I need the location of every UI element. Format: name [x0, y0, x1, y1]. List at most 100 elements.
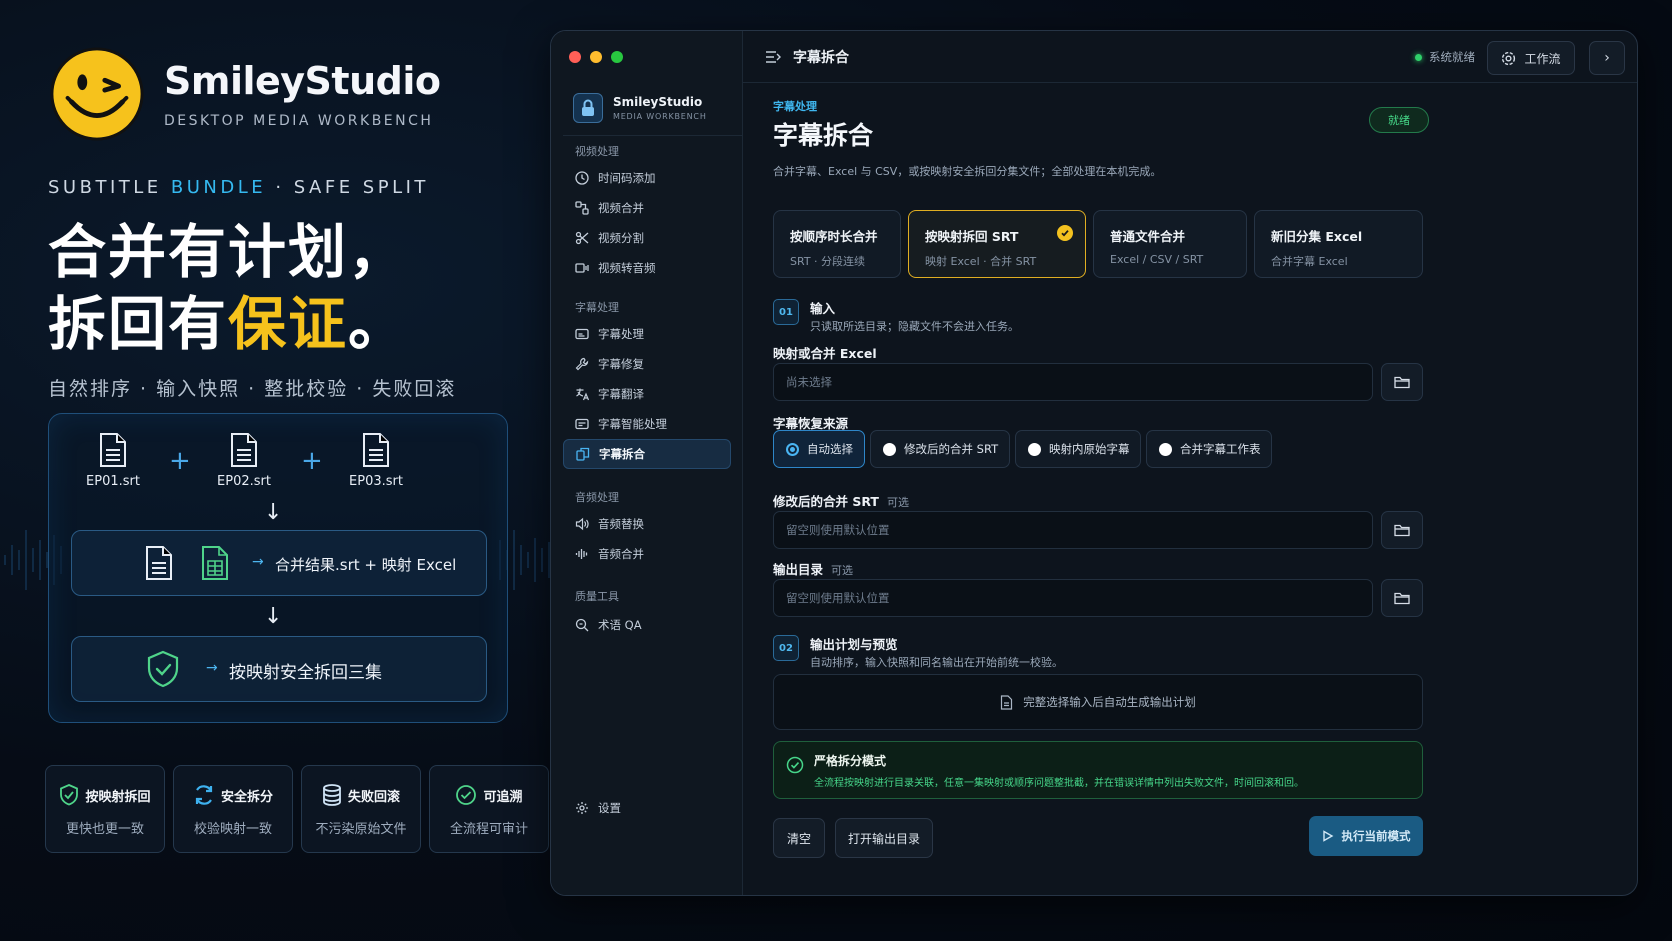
output-dir-input[interactable]: 留空则使用默认位置 — [773, 579, 1373, 617]
sidebar-item-label: 音频合并 — [598, 547, 644, 561]
mode-subtitle: Excel / CSV / SRT — [1110, 253, 1204, 266]
shield-check-icon — [147, 650, 179, 688]
promo-brand-subtitle: DESKTOP MEDIA WORKBENCH — [164, 113, 434, 129]
source-radio-modified-srt[interactable]: 修改后的合并 SRT — [870, 430, 1010, 468]
source-radio-merge-sheet[interactable]: 合并字幕工作表 — [1146, 430, 1272, 468]
sidebar-item-video-split[interactable]: 视频分割 — [563, 223, 731, 253]
tagline-highlight: BUNDLE — [170, 177, 267, 198]
step-title: 输出计划与预览 — [810, 637, 898, 652]
scissors-icon — [575, 231, 589, 245]
feature-badge: 安全拆分 校验映射一致 — [173, 765, 293, 853]
sidebar-item-label: 字幕智能处理 — [598, 417, 667, 431]
sidebar-item-audio-replace[interactable]: 音频替换 — [563, 509, 731, 539]
document-icon — [1001, 694, 1013, 710]
promo-tagline: SUBTITLE BUNDLE · SAFE SPLIT — [48, 177, 548, 198]
source-radio-mapping-original[interactable]: 映射内原始字幕 — [1015, 430, 1141, 468]
open-output-dir-button[interactable]: 打开输出目录 — [835, 818, 933, 858]
sidebar-item-timecode[interactable]: 时间码添加 — [563, 163, 731, 193]
file-name: EP01.srt — [86, 474, 140, 489]
mode-title: 按顺序时长合并 — [790, 229, 878, 244]
breadcrumb[interactable]: 字幕处理 — [773, 98, 817, 114]
speaker-icon — [575, 517, 589, 531]
headline-highlight: 保证 — [228, 290, 349, 358]
promo-brand-name: SmileyStudio — [164, 59, 441, 103]
folder-icon — [1394, 592, 1410, 605]
sidebar-item-video-to-audio[interactable]: 视频转音频 — [563, 253, 731, 283]
clear-button[interactable]: 清空 — [773, 818, 825, 858]
step-number: 02 — [773, 635, 799, 661]
sidebar-item-subtitle-process[interactable]: 字幕处理 — [563, 319, 731, 349]
mode-card-sequential-merge[interactable]: 按顺序时长合并 SRT · 分段连续 — [773, 210, 901, 278]
arrow-down-icon: ↓ — [264, 604, 283, 629]
headline-line-1: 合并有计划， — [48, 218, 409, 286]
radio-label: 映射内原始字幕 — [1049, 442, 1130, 456]
plus-icon: + — [169, 446, 191, 476]
play-icon — [1322, 830, 1333, 842]
promo-panel: SmileyStudio DESKTOP MEDIA WORKBENCH SUB… — [48, 45, 548, 401]
file-ep03: EP03.srt — [336, 432, 416, 489]
source-radio-auto[interactable]: 自动选择 — [773, 430, 865, 468]
badge-subtitle: 更快也更一致 — [65, 822, 144, 837]
step-title: 输入 — [810, 301, 836, 316]
sidebar-item-label: 设置 — [598, 801, 621, 815]
modified-srt-browse-button[interactable] — [1381, 511, 1423, 549]
lock-logo-icon — [573, 93, 603, 123]
mapping-excel-input[interactable]: 尚未选择 — [773, 363, 1373, 401]
status-dot-icon — [1415, 53, 1422, 61]
modified-srt-label: 修改后的合并 SRT 可选 — [773, 491, 909, 510]
status-badge: 就绪 — [1369, 107, 1429, 133]
sidebar-item-label: 视频分割 — [598, 231, 644, 245]
radio-icon — [1028, 442, 1041, 456]
waveform-icon — [575, 549, 588, 559]
step-subtitle: 自动排序，输入快照和同名输出在开始前统一校验。 — [810, 656, 1063, 669]
feature-badges: 按映射拆回 更快也更一致 安全拆分 校验映射一致 失败回滚 不污染原始文件 可追… — [45, 765, 549, 853]
badge-subtitle: 全流程可审计 — [449, 822, 528, 837]
wrench-icon — [575, 357, 589, 371]
sidebar-brand-name: SmileyStudio — [613, 95, 703, 109]
selected-check-icon — [1057, 225, 1073, 241]
file-name: EP03.srt — [349, 474, 403, 489]
sidebar-item-subtitle-split-merge[interactable]: 字幕拆合 — [563, 439, 731, 469]
radio-label: 自动选择 — [807, 442, 853, 456]
sidebar-item-video-merge[interactable]: 视频合并 — [563, 193, 731, 223]
sidebar-item-label: 字幕翻译 — [598, 387, 644, 401]
mode-card-episode-excel[interactable]: 新旧分集 Excel 合并字幕 Excel — [1254, 210, 1423, 278]
maximize-window-button[interactable] — [611, 51, 623, 63]
feature-badge: 失败回滚 不污染原始文件 — [301, 765, 421, 853]
file-ep02: EP02.srt — [204, 432, 284, 489]
strict-mode-description: 全流程按映射进行目录关联，任意一集映射或顺序问题整批截，并在错误详情中列出失败文… — [814, 778, 1304, 789]
radio-label: 合并字幕工作表 — [1180, 442, 1261, 456]
document-icon — [100, 433, 126, 467]
badge-title: 按映射拆回 — [85, 789, 151, 805]
promo-brand: SmileyStudio DESKTOP MEDIA WORKBENCH — [48, 45, 548, 143]
run-mode-button[interactable]: 执行当前模式 — [1309, 816, 1423, 856]
feature-badge: 按映射拆回 更快也更一致 — [45, 765, 165, 853]
modified-srt-input[interactable]: 留空则使用默认位置 — [773, 511, 1373, 549]
page-title: 字幕拆合 — [773, 121, 874, 150]
mapping-excel-browse-button[interactable] — [1381, 363, 1423, 401]
output-dir-browse-button[interactable] — [1381, 579, 1423, 617]
sidebar-item-subtitle-smart[interactable]: 字幕智能处理 — [563, 409, 731, 439]
close-window-button[interactable] — [569, 51, 581, 63]
sidebar-brand: SmileyStudio MEDIA WORKBENCH — [573, 93, 707, 123]
sidebar-item-subtitle-translate[interactable]: 字幕翻译 — [563, 379, 731, 409]
file-ep01: EP01.srt — [73, 432, 153, 489]
shield-check-icon — [60, 784, 79, 806]
sidebar-item-label: 术语 QA — [598, 618, 642, 632]
step-number: 01 — [773, 299, 799, 325]
promo-subline: 自然排序 · 输入快照 · 整批校验 · 失败回滚 — [48, 378, 457, 400]
minimize-window-button[interactable] — [590, 51, 602, 63]
menu-toggle-icon[interactable] — [765, 50, 781, 64]
sidebar-item-term-qa[interactable]: 术语 QA — [563, 610, 731, 640]
chevron-right-button[interactable]: › — [1589, 41, 1625, 75]
workflow-button[interactable]: 工作流 — [1487, 41, 1575, 75]
sidebar-item-settings[interactable]: 设置 — [563, 793, 731, 823]
mode-card-mapping-split[interactable]: 按映射拆回 SRT 映射 Excel · 合并 SRT — [908, 210, 1086, 278]
mode-card-file-merge[interactable]: 普通文件合并 Excel / CSV / SRT — [1093, 210, 1247, 278]
step-subtitle: 只读取所选目录；隐藏文件不会进入任务。 — [810, 320, 1019, 333]
folder-icon — [1394, 524, 1410, 537]
smiley-logo-icon — [50, 47, 144, 141]
sidebar-item-subtitle-repair[interactable]: 字幕修复 — [563, 349, 731, 379]
sidebar-item-audio-merge[interactable]: 音频合并 — [563, 539, 731, 569]
subtitle-icon — [575, 328, 589, 340]
